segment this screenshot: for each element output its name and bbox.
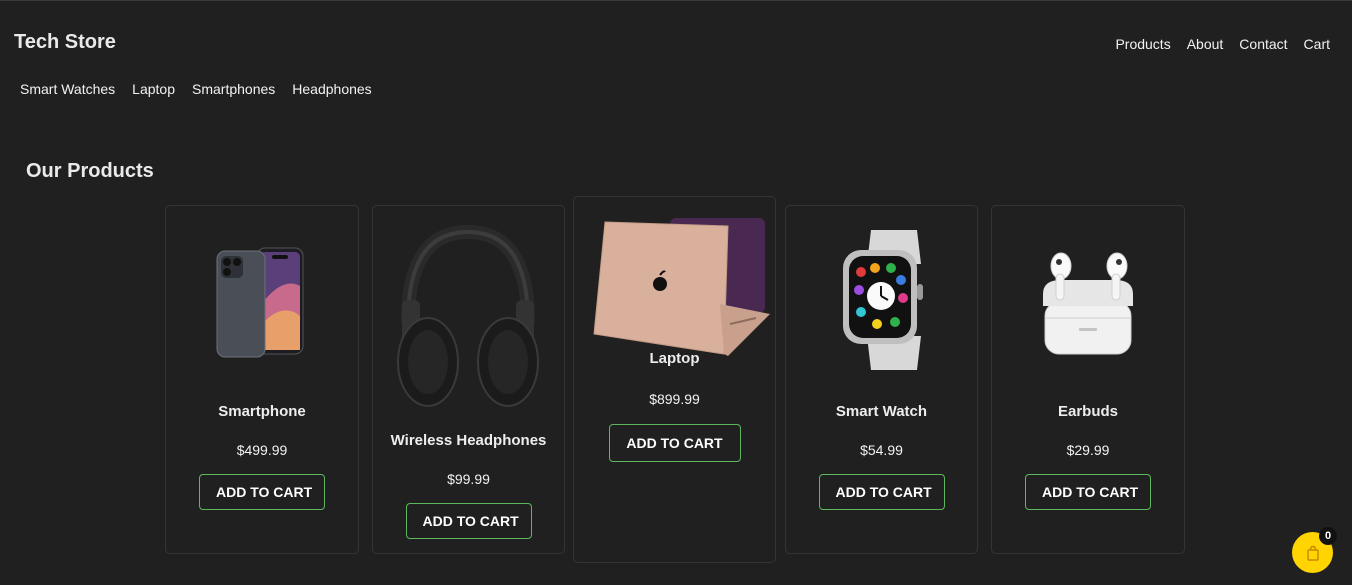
add-to-cart-button[interactable]: ADD TO CART (608, 424, 741, 462)
product-price: $899.99 (649, 391, 700, 407)
product-price: $99.99 (447, 471, 490, 487)
cart-count-badge: 0 (1319, 527, 1337, 545)
top-nav: Products About Contact Cart (1115, 36, 1330, 52)
product-card-wireless-headphones: Wireless Headphones $99.99 ADD TO CART (372, 205, 565, 554)
product-price: $499.99 (236, 442, 288, 458)
product-card-earbuds: Earbuds $29.99 ADD TO CART (991, 205, 1185, 554)
category-smartphones-link[interactable]: Smartphones (192, 81, 275, 97)
product-name: Earbuds (1057, 403, 1118, 420)
shopping-bag-icon (1306, 545, 1319, 561)
add-to-cart-button[interactable]: ADD TO CART (199, 474, 325, 510)
category-smart-watches-link[interactable]: Smart Watches (20, 81, 115, 97)
product-card-smart-watch: Smart Watch $54.99 ADD TO CART (785, 205, 978, 554)
product-name: Smartphone (218, 403, 306, 420)
nav-products-link[interactable]: Products (1115, 36, 1170, 52)
section-title: Our Products (26, 160, 154, 182)
category-nav: Smart Watches Laptop Smartphones Headpho… (20, 81, 372, 97)
headphones-image (373, 222, 564, 412)
add-to-cart-button[interactable]: ADD TO CART (818, 474, 945, 510)
earbuds-image (992, 244, 1184, 362)
product-name: Smart Watch (835, 403, 928, 420)
product-card-laptop: Laptop $899.99 ADD TO CART (573, 196, 776, 563)
smartwatch-image (786, 224, 977, 374)
nav-contact-link[interactable]: Contact (1239, 36, 1287, 52)
nav-cart-link[interactable]: Cart (1304, 36, 1330, 52)
add-to-cart-button[interactable]: ADD TO CART (1025, 474, 1151, 510)
product-name: Wireless Headphones (390, 432, 547, 449)
product-price: $54.99 (860, 442, 903, 458)
brand-logo[interactable]: Tech Store (14, 31, 116, 54)
product-price: $29.99 (1066, 442, 1110, 458)
nav-about-link[interactable]: About (1187, 36, 1224, 52)
laptop-image (574, 214, 775, 364)
add-to-cart-button[interactable]: ADD TO CART (405, 503, 532, 539)
category-laptop-link[interactable]: Laptop (132, 81, 175, 97)
smartphone-image (166, 246, 358, 361)
product-card-smartphone: Smartphone $499.99 ADD TO CART (165, 205, 359, 554)
category-headphones-link[interactable]: Headphones (292, 81, 371, 97)
